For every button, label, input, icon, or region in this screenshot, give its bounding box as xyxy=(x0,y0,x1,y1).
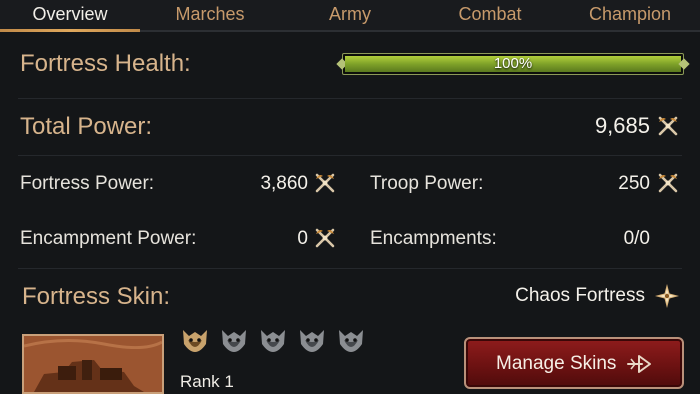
encampment-power-value: 0 xyxy=(297,228,308,249)
skin-rank-label: Rank 1 xyxy=(180,372,234,391)
rank-badge-locked-icon xyxy=(261,330,285,352)
total-power-label: Total Power: xyxy=(20,113,153,140)
divider xyxy=(18,268,682,269)
tab-bar: Overview Marches Army Combat Champion xyxy=(0,0,700,32)
troop-power-value: 250 xyxy=(618,173,650,194)
crossed-axes-icon xyxy=(658,173,678,193)
rank-badge-locked-icon xyxy=(222,330,246,352)
crossed-axes-icon xyxy=(315,228,335,248)
fortress-image xyxy=(24,336,162,392)
encampments-label: Encampments: xyxy=(370,228,497,249)
manage-skins-button[interactable]: Manage Skins xyxy=(464,337,684,389)
active-tab-indicator xyxy=(0,29,140,32)
fortress-skin-name: Chaos Fortress xyxy=(515,285,645,306)
star-emblem-icon xyxy=(655,284,679,308)
total-power-value: 9,685 xyxy=(594,113,650,138)
divider xyxy=(18,155,682,156)
fortress-power-label: Fortress Power: xyxy=(20,173,155,194)
fortress-health-bar: 100% xyxy=(336,53,690,75)
rank-badge-locked-icon xyxy=(339,330,363,352)
tab-champion[interactable]: Champion xyxy=(560,0,700,30)
troop-power-label: Troop Power: xyxy=(370,173,484,194)
encampment-power-label: Encampment Power: xyxy=(20,228,197,249)
rank-badge-active-icon xyxy=(183,330,207,352)
tab-overview[interactable]: Overview xyxy=(0,0,140,30)
fortress-health-label: Fortress Health: xyxy=(20,50,191,77)
tab-marches[interactable]: Marches xyxy=(140,0,280,30)
crossed-axes-icon xyxy=(658,116,678,136)
tab-combat[interactable]: Combat xyxy=(420,0,560,30)
tab-army[interactable]: Army xyxy=(280,0,420,30)
crossed-axes-icon xyxy=(315,173,335,193)
manage-skins-label: Manage Skins xyxy=(496,353,617,374)
fortress-power-value: 3,860 xyxy=(260,173,308,194)
encampments-value: 0/0 xyxy=(623,228,650,249)
fortress-skin-thumbnail[interactable] xyxy=(22,334,164,394)
arrow-right-icon xyxy=(627,355,651,373)
fortress-skin-label: Fortress Skin: xyxy=(22,283,171,310)
divider xyxy=(18,98,682,99)
rank-badge-locked-icon xyxy=(300,330,324,352)
fortress-health-value: 100% xyxy=(493,55,533,72)
